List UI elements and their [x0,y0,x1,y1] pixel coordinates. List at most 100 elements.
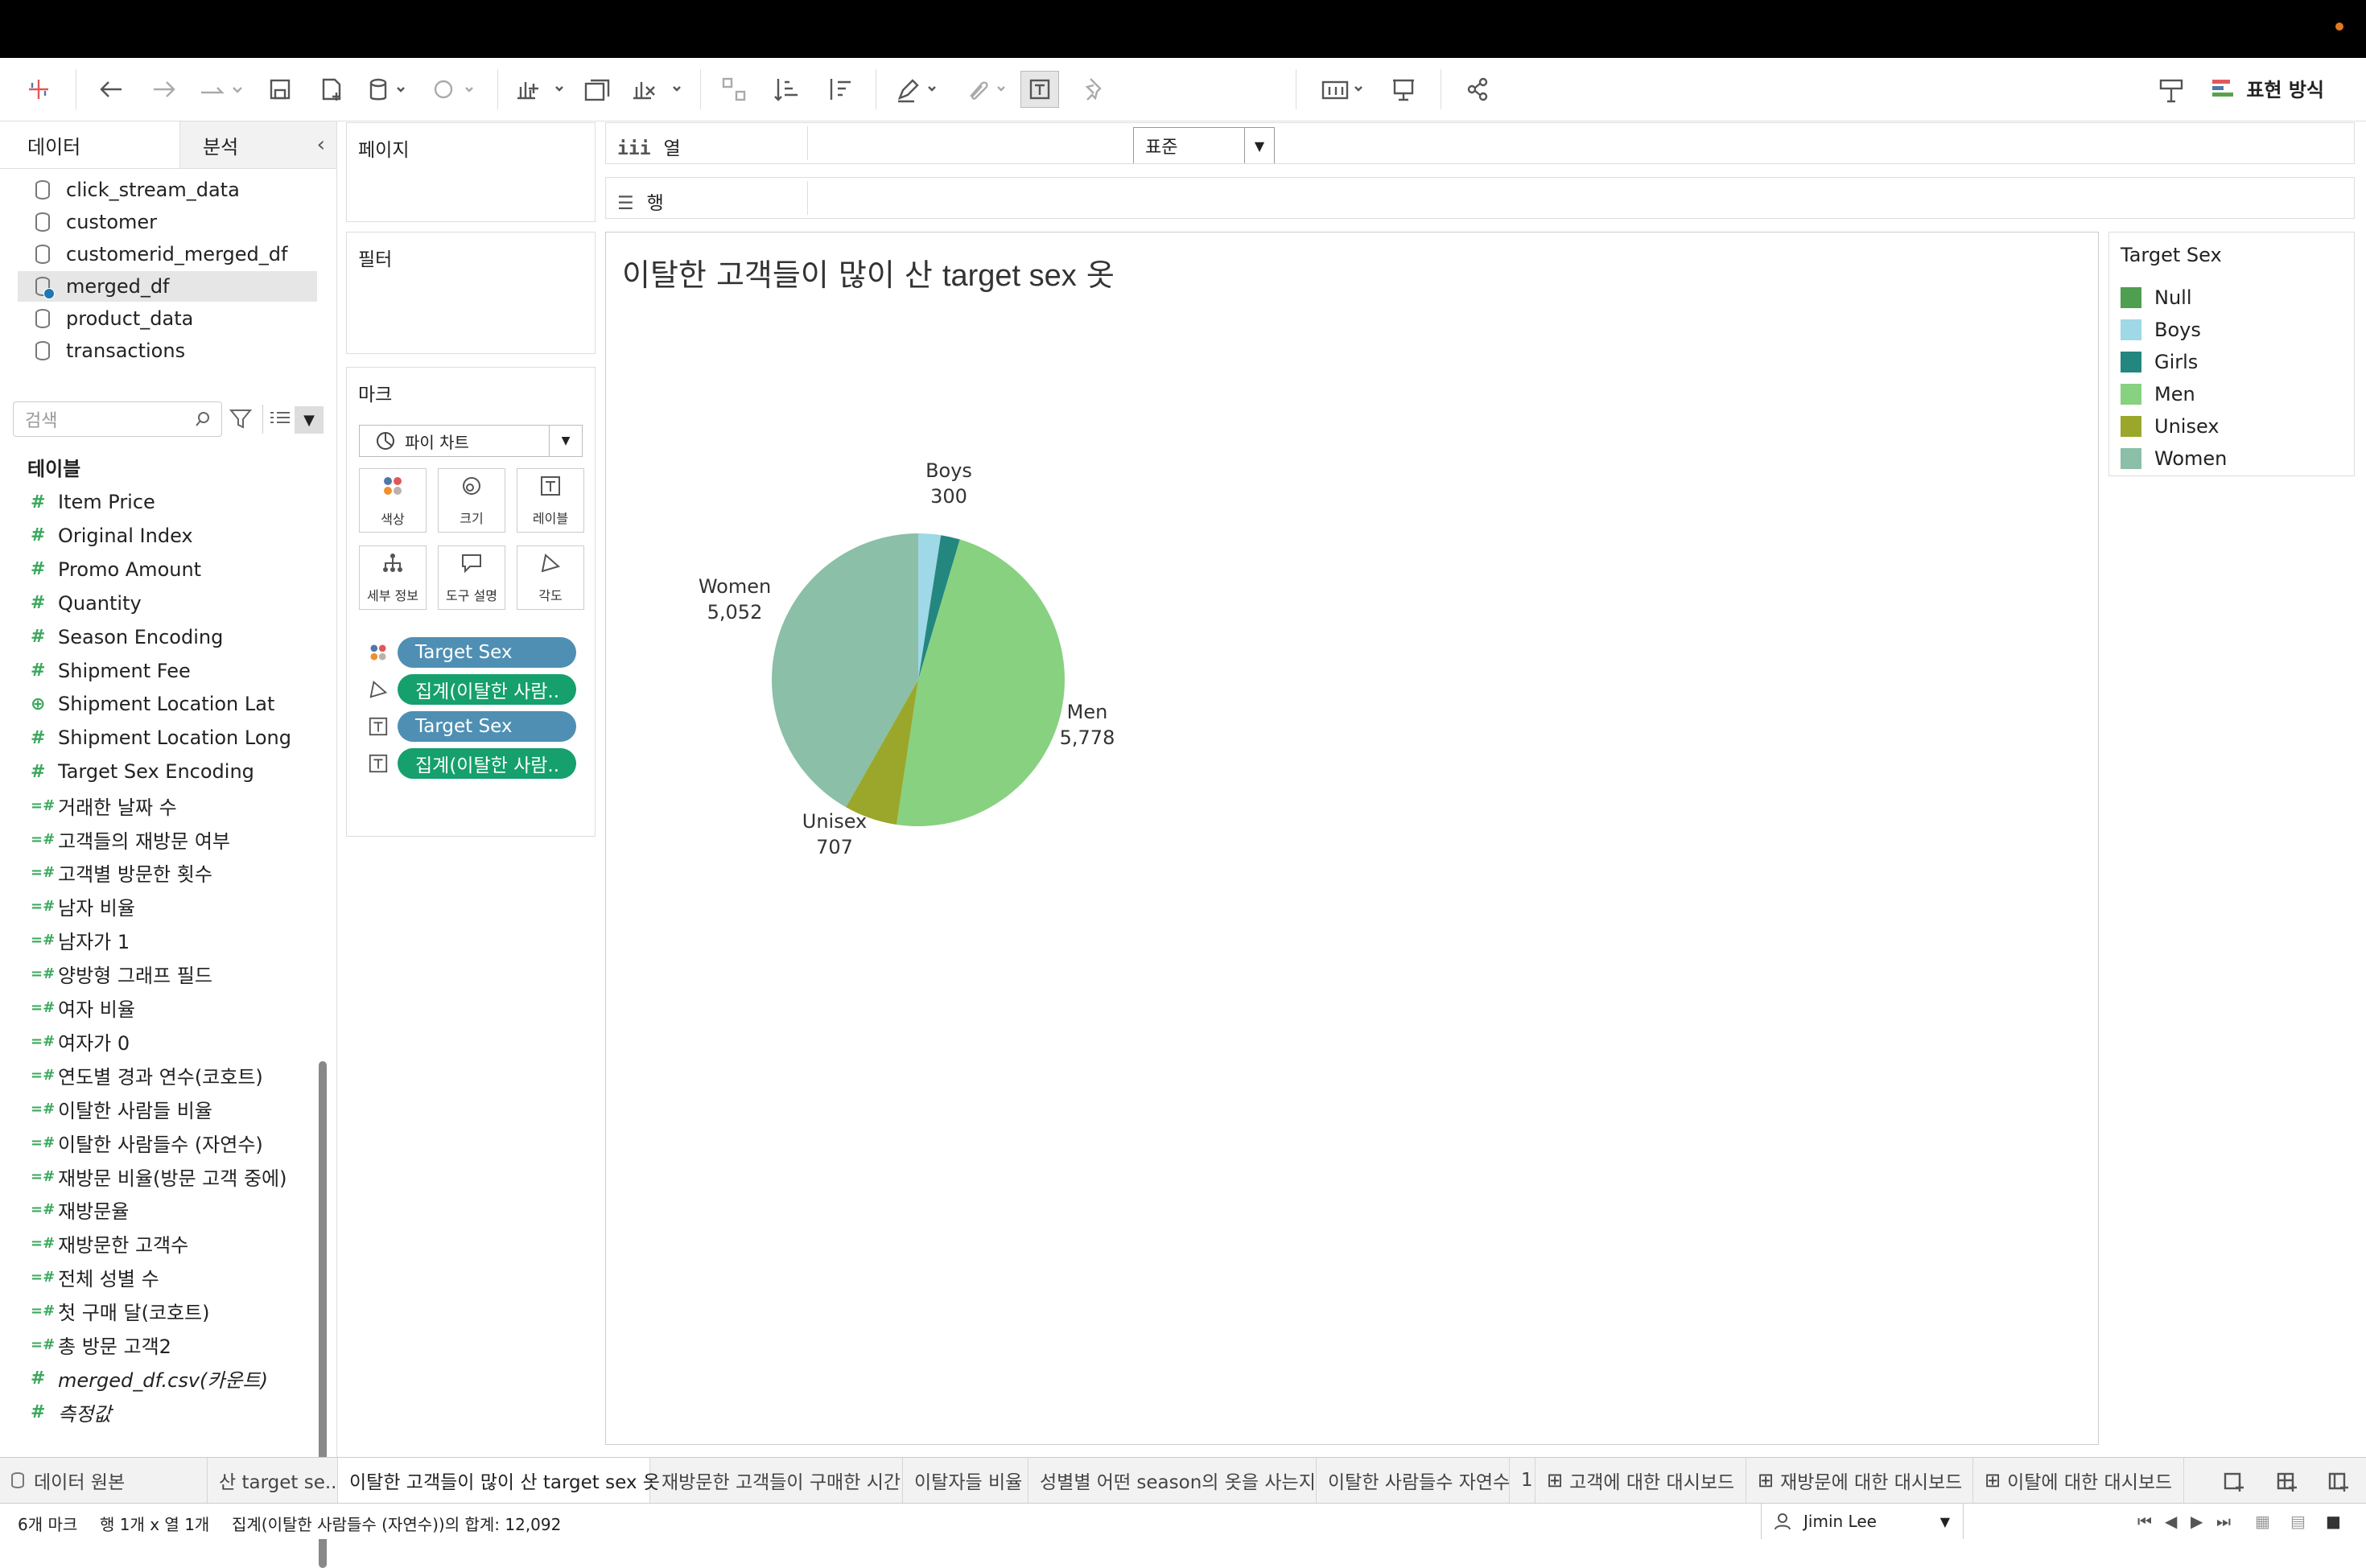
legend-item[interactable]: Women [2121,447,2227,471]
view-dropdown-icon[interactable]: ▼ [295,406,324,434]
sheet-tab[interactable]: ⊞ 재방문에 대한 대시보드 [1746,1458,1973,1503]
last-sheet-icon[interactable]: ⏭ [2216,1512,2231,1531]
share-icon[interactable] [1460,72,1495,106]
sheet-tab[interactable]: ⊞ 고객에 대한 대시보드 [1535,1458,1746,1503]
mark-pill[interactable]: Target Sex [398,711,576,742]
clear-sheet-icon[interactable] [628,72,687,106]
field-item[interactable]: =# 여자 비율 [31,992,135,1024]
next-sheet-icon[interactable]: ▶ [2191,1512,2203,1531]
field-item[interactable]: # Shipment Fee [31,655,191,687]
mark-pill[interactable]: Target Sex [398,637,576,668]
sheet-tab[interactable]: 데이터 원본 [0,1458,208,1503]
pin-icon[interactable] [2154,72,2189,106]
sort-ascending-icon[interactable] [769,72,805,106]
field-item[interactable]: =# 여자가 0 [31,1025,130,1057]
legend-item[interactable]: Men [2121,382,2195,406]
columns-drop-zone[interactable] [807,126,2351,160]
field-item[interactable]: =# 연도별 경과 연수(코호트) [31,1059,263,1091]
highlight-icon[interactable] [893,72,945,106]
fix-axes-icon[interactable] [1077,72,1112,106]
rows-shelf[interactable]: ☰ 행 [605,177,2355,219]
field-item[interactable]: =# 재방문한 고객수 [31,1228,188,1260]
filmstrip-view-icon[interactable]: ▤ [2290,1512,2306,1531]
mark-button-label[interactable]: 레이블 [517,468,584,533]
mark-button-tooltip[interactable]: 도구 설명 [438,545,505,610]
tab-analytics[interactable]: 분석 ‹ [180,121,336,168]
show-mark-labels-icon[interactable] [1020,71,1059,108]
grid-view-icon[interactable]: ▦ [2255,1512,2270,1531]
datasource-item[interactable]: transactions [18,335,317,366]
first-sheet-icon[interactable]: ⏮ [2137,1512,2152,1531]
field-search-input[interactable]: 검색 [13,401,222,437]
color-legend[interactable]: Target Sex Null Boys Girls Men Unisex Women [2108,232,2355,476]
refresh-icon[interactable] [428,72,484,106]
sheet-tab[interactable]: ⊞ 이탈에 대한 대시보드 [1973,1458,2184,1503]
user-menu[interactable]: Jimin Lee ▼ [1761,1504,1964,1539]
datasource-item[interactable]: customerid_merged_df [18,239,317,270]
legend-item[interactable]: Boys [2121,318,2201,342]
field-item[interactable]: =# 재방문 비율(방문 고객 중에) [31,1160,287,1192]
field-item[interactable]: # Target Sex Encoding [31,755,254,788]
datasource-item[interactable]: product_data [18,303,317,334]
field-item[interactable]: # Promo Amount [31,554,201,586]
tabs-view-icon[interactable]: ■ [2326,1512,2341,1531]
field-item[interactable]: =# 총 방문 고객2 [31,1329,171,1361]
chevron-down-icon[interactable]: ▼ [549,426,582,456]
mark-button-detail[interactable]: 세부 정보 [359,545,427,610]
datasource-item[interactable]: click_stream_data [18,175,317,205]
filters-shelf[interactable]: 필터 [346,232,596,354]
view-list-icon[interactable] [269,409,291,429]
rows-drop-zone[interactable] [807,181,2351,215]
swap-icon[interactable] [716,72,752,106]
collapse-pane-icon[interactable]: ‹ [317,133,325,157]
field-item[interactable]: =# 이탈한 사람들수 (자연수) [31,1126,263,1159]
sheet-tab[interactable]: 재방문한 고객들이 구매한 시간 [650,1458,903,1503]
mark-button-color[interactable]: 색상 [359,468,427,533]
undo-icon[interactable] [95,72,127,106]
presentation-mode-icon[interactable] [1386,72,1421,106]
redo-icon[interactable] [148,72,180,106]
field-item[interactable]: # Original Index [31,520,193,552]
sort-descending-icon[interactable] [822,72,858,106]
sheet-tab[interactable]: 1 [1510,1458,1535,1503]
prev-sheet-icon[interactable]: ◀ [2165,1512,2177,1531]
columns-shelf[interactable]: iii 열 [605,122,2355,164]
pages-shelf[interactable]: 페이지 [346,122,596,222]
legend-item[interactable]: Girls [2121,350,2198,374]
sheet-tab[interactable]: 이탈한 고객들이 많이 산 target sex 옷 [338,1458,660,1503]
legend-item[interactable]: Null [2121,286,2192,310]
sheet-tab[interactable]: 이탈한 사람들수 자연수 [1317,1458,1510,1503]
new-worksheet-tab-icon[interactable] [2218,1464,2250,1498]
field-item[interactable]: # 측정값 [31,1396,111,1428]
datasource-item[interactable]: customer [18,207,317,237]
worksheet-view[interactable]: 이탈한 고객들이 많이 산 target sex 옷 Boys 300 Men 5,7… [605,232,2099,1445]
new-dashboard-tab-icon[interactable] [2271,1464,2303,1498]
field-item[interactable]: =# 고객별 방문한 횟수 [31,857,212,889]
field-item[interactable]: ⊕ Shipment Location Lat [31,688,274,720]
mark-pill[interactable]: 집계(이탈한 사람.. [398,748,576,779]
field-item[interactable]: # merged_df.csv(카운트) [31,1362,268,1394]
field-item[interactable]: =# 고객들의 재방문 여부 [31,823,230,855]
field-item[interactable]: =# 거래한 날짜 수 [31,789,177,821]
field-item[interactable]: =# 남자가 1 [31,924,130,957]
replay-icon[interactable] [196,72,245,106]
mark-button-angle[interactable]: 각도 [517,545,584,610]
filter-icon[interactable] [229,408,253,430]
group-members-icon[interactable] [962,72,1014,106]
datasource-item[interactable]: merged_df [18,271,317,302]
field-item[interactable]: =# 재방문율 [31,1194,129,1226]
legend-item[interactable]: Unisex [2121,414,2220,438]
new-story-tab-icon[interactable] [2323,1464,2355,1498]
field-item[interactable]: =# 첫 구매 달(코호트) [31,1295,210,1327]
field-item[interactable]: =# 이탈한 사람들 비율 [31,1093,212,1125]
field-item[interactable]: # Season Encoding [31,621,223,653]
chevron-down-icon[interactable]: ▼ [1940,1514,1950,1529]
field-item[interactable]: =# 전체 성별 수 [31,1261,159,1294]
field-item[interactable]: =# 남자 비율 [31,891,135,923]
show-me-button[interactable]: 표현 방식 [2212,74,2324,102]
pause-updates-icon[interactable] [365,72,417,106]
mark-pill[interactable]: 집계(이탈한 사람.. [398,674,576,705]
field-item[interactable]: # Shipment Location Long [31,722,291,754]
field-item[interactable]: # Quantity [31,587,142,619]
sheet-tab[interactable]: 이탈자들 비율 [903,1458,1028,1503]
